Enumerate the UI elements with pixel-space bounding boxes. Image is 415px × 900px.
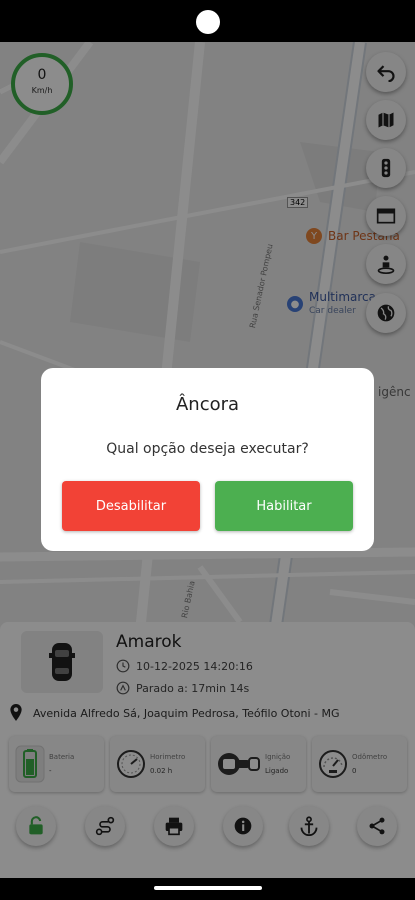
status-bar <box>0 0 415 42</box>
anchor-dialog: Âncora Qual opção deseja executar? Desab… <box>41 368 374 551</box>
phone-screen: 342 Y Bar Pestana ● Multimarca Car deale… <box>0 0 415 900</box>
home-indicator[interactable] <box>154 886 262 890</box>
camera-cutout <box>196 10 220 34</box>
dialog-message: Qual opção deseja executar? <box>106 441 309 457</box>
enable-button[interactable]: Habilitar <box>215 481 353 531</box>
navigation-bar <box>0 878 415 900</box>
disable-button[interactable]: Desabilitar <box>62 481 200 531</box>
dialog-title: Âncora <box>175 394 240 415</box>
